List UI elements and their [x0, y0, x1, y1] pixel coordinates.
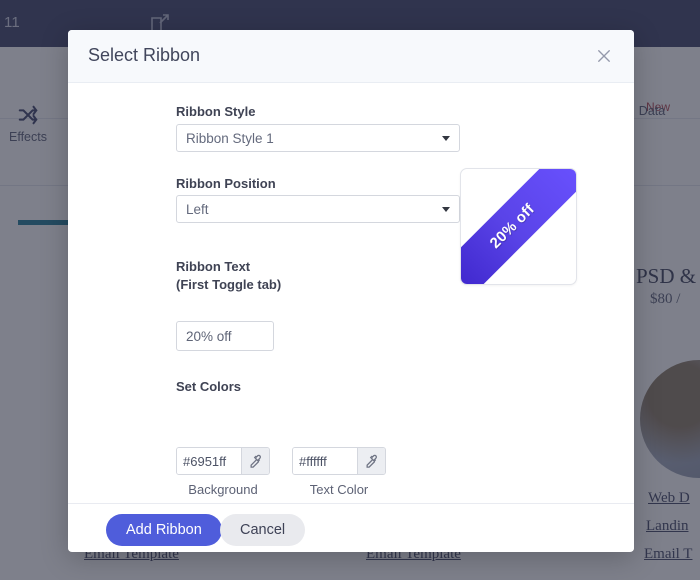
- ribbon-band: 20% off: [461, 169, 576, 284]
- ribbon-text-label: Ribbon Text (First Toggle tab): [176, 259, 282, 292]
- chevron-down-icon: [442, 207, 450, 212]
- text-color-row: [292, 447, 386, 475]
- app-root: 11 Effects New Data: [0, 0, 700, 580]
- ribbon-position-label: Ribbon Position: [176, 176, 276, 191]
- ribbon-position-value: Left: [186, 201, 209, 217]
- background-color-caption: Background: [188, 482, 258, 497]
- close-icon[interactable]: [590, 42, 618, 70]
- ribbon-style-value: Ribbon Style 1: [186, 130, 274, 146]
- ribbon-style-select[interactable]: Ribbon Style 1: [176, 124, 460, 152]
- eyedropper-icon[interactable]: [357, 448, 385, 474]
- modal-footer: Add Ribbon Cancel: [68, 503, 634, 551]
- ribbon-preview-canvas: 20% off: [461, 169, 576, 284]
- select-ribbon-modal: Select Ribbon Ribbon Style Ribbon Style …: [68, 30, 634, 552]
- modal-title: Select Ribbon: [88, 45, 201, 65]
- background-color-group: Background: [176, 447, 270, 497]
- ribbon-position-select[interactable]: Left: [176, 195, 460, 223]
- background-color-input[interactable]: [177, 448, 241, 474]
- ribbon-style-label: Ribbon Style: [176, 104, 256, 119]
- cancel-button[interactable]: Cancel: [220, 514, 306, 546]
- text-color-input[interactable]: [293, 448, 357, 474]
- eyedropper-icon[interactable]: [241, 448, 269, 474]
- text-color-group: Text Color: [292, 447, 386, 497]
- modal-body: Ribbon Style Ribbon Style 1 Ribbon Posit…: [68, 83, 634, 503]
- background-color-row: [176, 447, 270, 475]
- chevron-down-icon: [442, 136, 450, 141]
- ribbon-preview: 20% off: [460, 168, 577, 285]
- set-colors-label: Set Colors: [176, 379, 242, 394]
- add-ribbon-button[interactable]: Add Ribbon: [106, 514, 222, 546]
- ribbon-text-input[interactable]: [176, 321, 274, 351]
- text-color-caption: Text Color: [309, 482, 369, 497]
- ribbon-preview-text: 20% off: [486, 200, 538, 252]
- modal-header: Select Ribbon: [68, 30, 634, 83]
